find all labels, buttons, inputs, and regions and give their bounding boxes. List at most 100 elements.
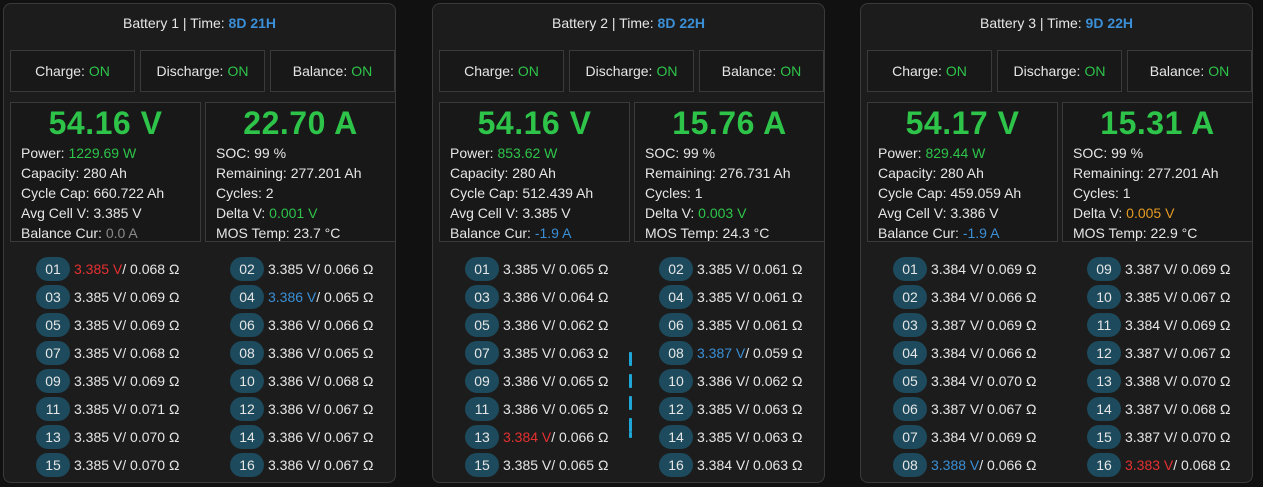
cell-voltage: 3.385 V (697, 429, 746, 445)
cell-resistance: / 0.069 Ω (1173, 261, 1231, 277)
cell-item: 13 3.385 V / 0.070 Ω (36, 425, 179, 449)
cell-number-badge: 06 (893, 397, 927, 421)
cell-voltage: 3.386 V (697, 373, 746, 389)
balance-toggle[interactable]: Balance: ON (699, 50, 824, 92)
cell-resistance: / 0.067 Ω (1173, 289, 1231, 305)
cell-item: 11 3.385 V / 0.071 Ω (36, 397, 179, 421)
cell-voltage: 3.384 V (697, 457, 746, 473)
cell-item: 08 3.386 V / 0.065 Ω (230, 341, 373, 365)
cell-item: 03 3.387 V / 0.069 Ω (893, 313, 1036, 337)
cell-resistance: / 0.067 Ω (316, 429, 374, 445)
cell-item: 06 3.387 V / 0.067 Ω (893, 397, 1036, 421)
toggle-label: Charge: (35, 63, 85, 79)
stat-label: MOS Temp: (216, 225, 294, 241)
cell-number-badge: 06 (230, 313, 264, 337)
cell-voltage: 3.384 V (931, 429, 980, 445)
stat-label: Cycle Cap: (21, 185, 94, 201)
scroll-indicator-segment (629, 432, 632, 438)
discharge-toggle[interactable]: Discharge: ON (140, 50, 265, 92)
stat-value: 99 % (1111, 145, 1144, 161)
cell-item: 01 3.385 V / 0.065 Ω (465, 257, 608, 281)
cell-item: 15 3.385 V / 0.065 Ω (465, 453, 608, 477)
cell-resistance: / 0.066 Ω (551, 429, 609, 445)
cell-voltage: 3.385 V (74, 429, 123, 445)
discharge-toggle[interactable]: Discharge: ON (569, 50, 694, 92)
stat-line: MOS Temp: 22.9 °C (1073, 223, 1219, 243)
cell-resistance: / 0.067 Ω (1173, 345, 1231, 361)
cell-voltage: 3.385 V (697, 317, 746, 333)
cell-resistance: / 0.061 Ω (745, 289, 803, 305)
stat-line: Balance Cur: -1.9 A (450, 223, 593, 243)
stat-label: Remaining: (1073, 165, 1148, 181)
cell-item: 01 3.384 V / 0.069 Ω (893, 257, 1036, 281)
cell-number-badge: 02 (893, 285, 927, 309)
stat-line: Balance Cur: -1.9 A (878, 223, 1021, 243)
stat-label: Cycles: (1073, 185, 1123, 201)
cell-voltage: 3.383 V (1125, 457, 1174, 473)
scroll-indicator-segment (629, 352, 632, 366)
voltage-panel: 54.17 V Power: 829.44 W Capacity: 280 Ah Cy… (867, 102, 1058, 242)
pack-voltage: 54.16 V (477, 105, 592, 141)
cell-voltage: 3.386 V (268, 317, 317, 333)
cell-item: 13 3.384 V / 0.066 Ω (465, 425, 608, 449)
cell-item: 10 3.386 V / 0.068 Ω (230, 369, 373, 393)
cell-voltage: 3.387 V (931, 401, 980, 417)
cell-item: 02 3.385 V / 0.061 Ω (659, 257, 802, 281)
cell-number-badge: 01 (465, 257, 499, 281)
cell-resistance: / 0.070 Ω (1173, 373, 1231, 389)
scroll-indicator-segment (629, 396, 632, 410)
cell-voltage: 3.385 V (74, 401, 123, 417)
charge-toggle[interactable]: Charge: ON (10, 50, 135, 92)
cell-item: 08 3.387 V / 0.059 Ω (659, 341, 802, 365)
cell-number-badge: 14 (659, 425, 693, 449)
stat-value: 3.385 V (522, 205, 571, 221)
stat-line: Avg Cell V: 3.385 V (450, 203, 593, 223)
stat-line: Delta V: 0.003 V (645, 203, 791, 223)
toggle-state: ON (227, 63, 249, 79)
cell-item: 12 3.386 V / 0.067 Ω (230, 397, 373, 421)
cell-item: 11 3.384 V / 0.069 Ω (1087, 313, 1230, 337)
stat-value: 280 Ah (940, 165, 984, 181)
stat-value: -1.9 A (962, 225, 1000, 241)
cell-voltage: 3.384 V (503, 429, 552, 445)
cell-resistance: / 0.061 Ω (745, 317, 803, 333)
pack-current: 22.70 A (243, 105, 358, 141)
cell-number-badge: 04 (230, 285, 264, 309)
cell-item: 09 3.386 V / 0.065 Ω (465, 369, 608, 393)
stat-value: 1 (1122, 185, 1131, 201)
stat-line: Cycle Cap: 459.059 Ah (878, 183, 1021, 203)
cell-voltage: 3.384 V (931, 373, 980, 389)
pack-current: 15.31 A (1100, 105, 1215, 141)
charge-toggle[interactable]: Charge: ON (867, 50, 992, 92)
cell-resistance: / 0.063 Ω (745, 401, 803, 417)
balance-toggle[interactable]: Balance: ON (1127, 50, 1252, 92)
cell-number-badge: 13 (36, 425, 70, 449)
cell-resistance: / 0.062 Ω (551, 317, 609, 333)
cell-number-badge: 09 (1087, 257, 1121, 281)
cell-resistance: / 0.066 Ω (316, 261, 374, 277)
stat-value: 23.7 °C (293, 225, 341, 241)
cell-number-badge: 11 (36, 397, 70, 421)
toggle-row: Charge: ON Discharge: ON Balance: ON (10, 50, 396, 92)
stat-value: 277.201 Ah (290, 165, 362, 181)
cell-item: 03 3.386 V / 0.064 Ω (465, 285, 608, 309)
cell-number-badge: 05 (893, 369, 927, 393)
toggle-label: Balance: (1149, 63, 1205, 79)
cell-number-badge: 16 (1087, 453, 1121, 477)
cell-voltage: 3.385 V (503, 345, 552, 361)
stat-label: Avg Cell V: (878, 205, 951, 221)
stat-label: Capacity: (450, 165, 513, 181)
cell-voltage: 3.386 V (503, 373, 552, 389)
balance-toggle[interactable]: Balance: ON (270, 50, 395, 92)
battery-runtime: 8D 21H (228, 15, 277, 31)
pack-voltage: 54.17 V (905, 105, 1020, 141)
toggle-row: Charge: ON Discharge: ON Balance: ON (439, 50, 825, 92)
stat-value: 2 (265, 185, 274, 201)
cell-resistance: / 0.071 Ω (122, 401, 180, 417)
stat-value: 0.003 V (698, 205, 747, 221)
cell-number-badge: 08 (893, 453, 927, 477)
charge-toggle[interactable]: Charge: ON (439, 50, 564, 92)
cell-voltage: 3.385 V (74, 345, 123, 361)
stat-label: Cycles: (645, 185, 695, 201)
discharge-toggle[interactable]: Discharge: ON (997, 50, 1122, 92)
